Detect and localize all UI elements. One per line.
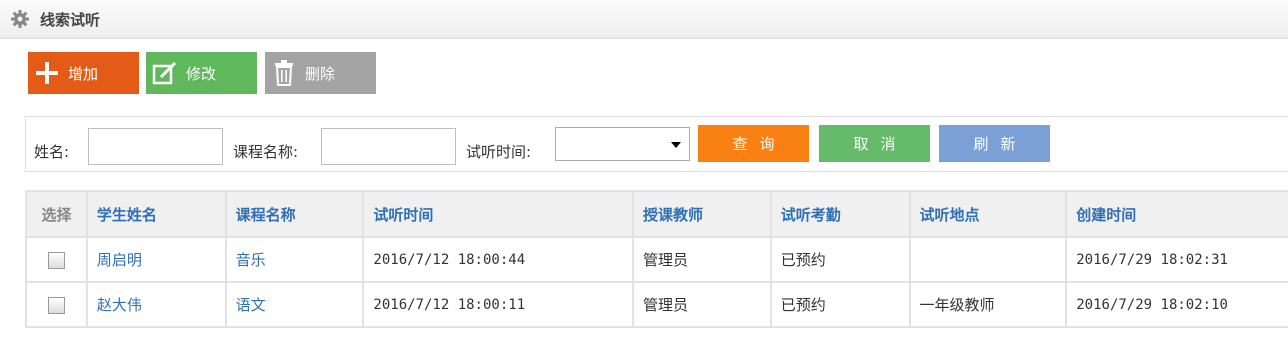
name-label: 姓名:: [34, 143, 70, 161]
column-header-attendance[interactable]: 试听考勤: [769, 190, 911, 238]
created-time-cell: 2016/7/29 18:02:10: [1065, 281, 1288, 328]
edit-button[interactable]: 修改: [146, 52, 257, 94]
row-select-cell: [25, 236, 88, 283]
page-title: 线索试听: [40, 11, 101, 29]
add-button-label: 增加: [68, 64, 99, 83]
delete-button-label: 删除: [305, 64, 336, 83]
column-header-course[interactable]: 课程名称: [224, 190, 365, 238]
chevron-down-icon: [671, 142, 681, 148]
location-cell: [908, 236, 1068, 283]
plus-icon: [34, 60, 60, 86]
row-checkbox[interactable]: [47, 251, 65, 269]
trash-icon: [271, 60, 297, 86]
column-header-select: 选择: [25, 190, 88, 238]
edit-icon: [152, 60, 178, 86]
attendance-cell: 已预约: [769, 281, 911, 328]
student-name-cell[interactable]: 周启明: [85, 236, 227, 283]
query-button[interactable]: 查询: [698, 125, 809, 162]
course-name-cell[interactable]: 音乐: [224, 236, 365, 283]
delete-button[interactable]: 删除: [265, 52, 376, 94]
column-header-time[interactable]: 试听时间: [362, 190, 635, 238]
cancel-button[interactable]: 取消: [819, 125, 930, 162]
name-input[interactable]: [88, 128, 223, 165]
column-header-student[interactable]: 学生姓名: [85, 190, 227, 238]
student-name-cell[interactable]: 赵大伟: [85, 281, 227, 328]
title-bar: 线索试听: [0, 0, 1288, 39]
course-input[interactable]: [321, 128, 456, 165]
time-select[interactable]: [555, 127, 690, 161]
query-button-label: 查询: [732, 135, 787, 153]
course-name-cell[interactable]: 语文: [224, 281, 365, 328]
table-row[interactable]: 赵大伟 语文 2016/7/12 18:00:11 管理员 已预约 一年级教师 …: [25, 281, 1288, 328]
cancel-button-label: 取消: [853, 135, 908, 153]
column-header-teacher[interactable]: 授课教师: [632, 190, 772, 238]
column-header-location[interactable]: 试听地点: [908, 190, 1068, 238]
column-header-created[interactable]: 创建时间: [1065, 190, 1288, 238]
refresh-button-label: 刷新: [973, 135, 1028, 153]
table-row[interactable]: 周启明 音乐 2016/7/12 18:00:44 管理员 已预约 2016/7…: [25, 236, 1288, 283]
row-checkbox[interactable]: [47, 296, 65, 314]
created-time-cell: 2016/7/29 18:02:31: [1065, 236, 1288, 283]
refresh-button[interactable]: 刷新: [939, 125, 1050, 162]
location-cell: 一年级教师: [908, 281, 1068, 328]
gear-icon: [11, 10, 29, 28]
teacher-cell: 管理员: [632, 281, 772, 328]
trial-time-cell: 2016/7/12 18:00:44: [362, 236, 635, 283]
add-button[interactable]: 增加: [28, 52, 139, 94]
table-header: 选择 学生姓名 课程名称 试听时间 授课教师 试听考勤 试听地点 创建时间: [25, 190, 1288, 238]
search-bar: 姓名: 课程名称: 试听时间: 查询 取消 刷新: [25, 116, 1288, 172]
edit-button-label: 修改: [186, 64, 217, 83]
trial-table: 选择 学生姓名 课程名称 试听时间 授课教师 试听考勤 试听地点 创建时间 周启…: [25, 190, 1288, 328]
course-label: 课程名称:: [233, 143, 299, 161]
teacher-cell: 管理员: [632, 236, 772, 283]
attendance-cell: 已预约: [769, 236, 911, 283]
time-label: 试听时间:: [466, 143, 532, 161]
row-select-cell: [25, 281, 88, 328]
trial-time-cell: 2016/7/12 18:00:11: [362, 281, 635, 328]
